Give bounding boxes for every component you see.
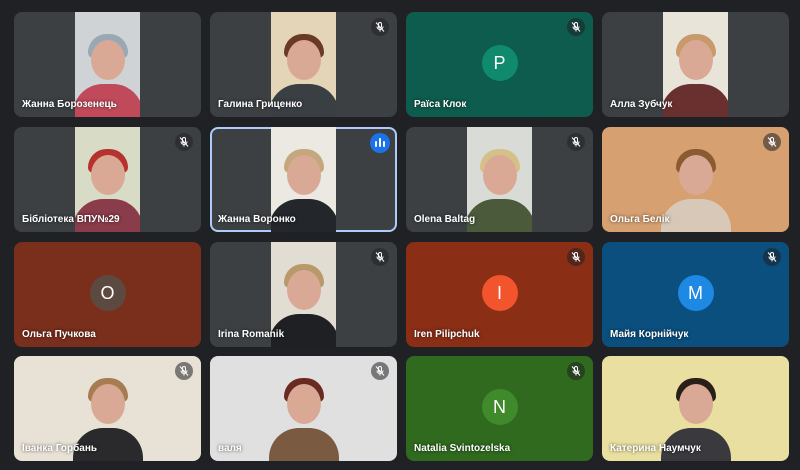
participant-name: Iren Pilipchuk xyxy=(414,329,480,340)
participant-name: Катерина Наумчук xyxy=(610,443,701,454)
participant-body xyxy=(660,199,731,232)
mic-off-glyph xyxy=(179,365,189,376)
participant-face xyxy=(90,40,125,80)
audio-level-bar xyxy=(383,141,385,147)
mic-off-glyph xyxy=(375,251,385,262)
participant-video xyxy=(663,12,728,117)
mic-off-icon xyxy=(567,248,585,266)
speaking-indicator-icon xyxy=(370,133,390,153)
participant-avatar: М xyxy=(677,274,714,311)
participant-tile[interactable]: I Iren Pilipchuk xyxy=(406,242,593,347)
mic-off-glyph xyxy=(179,136,189,147)
participant-tile[interactable]: Irina Romanik xyxy=(210,242,397,347)
audio-level-bar xyxy=(379,138,381,147)
participant-tile[interactable]: М Майя Корнійчук xyxy=(602,242,789,347)
mic-off-icon xyxy=(371,248,389,266)
mic-off-icon xyxy=(763,248,781,266)
participant-name: Майя Корнійчук xyxy=(610,329,689,340)
mic-off-icon xyxy=(371,18,389,36)
participant-avatar: N xyxy=(481,388,518,425)
mic-off-glyph xyxy=(571,21,581,32)
participant-name: Бібліотека ВПУ№29 xyxy=(22,214,120,225)
participant-tile[interactable]: валя xyxy=(210,356,397,461)
participant-figure xyxy=(467,127,532,232)
audio-level-bar xyxy=(375,141,377,147)
participant-face xyxy=(286,384,321,424)
mic-off-icon xyxy=(175,133,193,151)
participant-name: Ольга Пучкова xyxy=(22,329,96,340)
participant-tile[interactable]: Іванка Горбань xyxy=(14,356,201,461)
mic-off-glyph xyxy=(767,136,777,147)
participant-avatar: О xyxy=(89,274,126,311)
mic-off-icon xyxy=(175,362,193,380)
participant-tile[interactable]: Бібліотека ВПУ№29 xyxy=(14,127,201,232)
participant-face xyxy=(286,40,321,80)
participant-name: Irina Romanik xyxy=(218,329,285,340)
participant-face xyxy=(678,155,713,195)
participant-face xyxy=(678,40,713,80)
participant-video xyxy=(467,127,532,232)
mic-off-icon xyxy=(567,362,585,380)
participant-tile[interactable]: N Natalia Svintozelska xyxy=(406,356,593,461)
mic-off-icon xyxy=(763,133,781,151)
participant-face xyxy=(678,384,713,424)
participant-face xyxy=(90,384,125,424)
participant-name: Жанна Борозенець xyxy=(22,99,117,110)
participant-name: Natalia Svintozelska xyxy=(414,443,511,454)
mic-off-glyph xyxy=(375,365,385,376)
participant-avatar: I xyxy=(481,274,518,311)
participant-name: Жанна Воронко xyxy=(218,214,296,225)
participant-tile[interactable]: О Ольга Пучкова xyxy=(14,242,201,347)
participant-body xyxy=(467,199,532,232)
participant-figure xyxy=(663,12,728,117)
participant-body xyxy=(268,428,339,461)
mic-off-icon xyxy=(371,362,389,380)
participant-avatar: Р xyxy=(481,44,518,81)
participant-face xyxy=(286,155,321,195)
mic-off-glyph xyxy=(571,365,581,376)
mic-off-glyph xyxy=(571,251,581,262)
participant-name: Алла Зубчук xyxy=(610,99,673,110)
mic-off-icon xyxy=(567,18,585,36)
participant-grid: Жанна Борозенець Галина Гриценко Р Раїса Кл… xyxy=(0,0,800,470)
participant-face xyxy=(286,270,321,310)
participant-name: Раїса Клок xyxy=(414,99,467,110)
participant-name: валя xyxy=(218,443,242,454)
mic-off-glyph xyxy=(767,251,777,262)
participant-face xyxy=(90,155,125,195)
participant-tile[interactable]: Жанна Борозенець xyxy=(14,12,201,117)
participant-name: Ольга Белік xyxy=(610,214,670,225)
mic-off-icon xyxy=(567,133,585,151)
participant-tile[interactable]: Катерина Наумчук xyxy=(602,356,789,461)
participant-name: Olena Baltag xyxy=(414,214,476,225)
participant-tile[interactable]: Olena Baltag xyxy=(406,127,593,232)
participant-body xyxy=(663,84,728,117)
mic-off-glyph xyxy=(375,21,385,32)
participant-name: Іванка Горбань xyxy=(22,443,98,454)
participant-face xyxy=(482,155,517,195)
participant-tile[interactable]: Алла Зубчук xyxy=(602,12,789,117)
participant-tile[interactable]: Р Раїса Клок xyxy=(406,12,593,117)
participant-tile[interactable]: Ольга Белік xyxy=(602,127,789,232)
participant-tile[interactable]: Жанна Воронко xyxy=(210,127,397,232)
mic-off-glyph xyxy=(571,136,581,147)
participant-tile[interactable]: Галина Гриценко xyxy=(210,12,397,117)
participant-name: Галина Гриценко xyxy=(218,99,303,110)
